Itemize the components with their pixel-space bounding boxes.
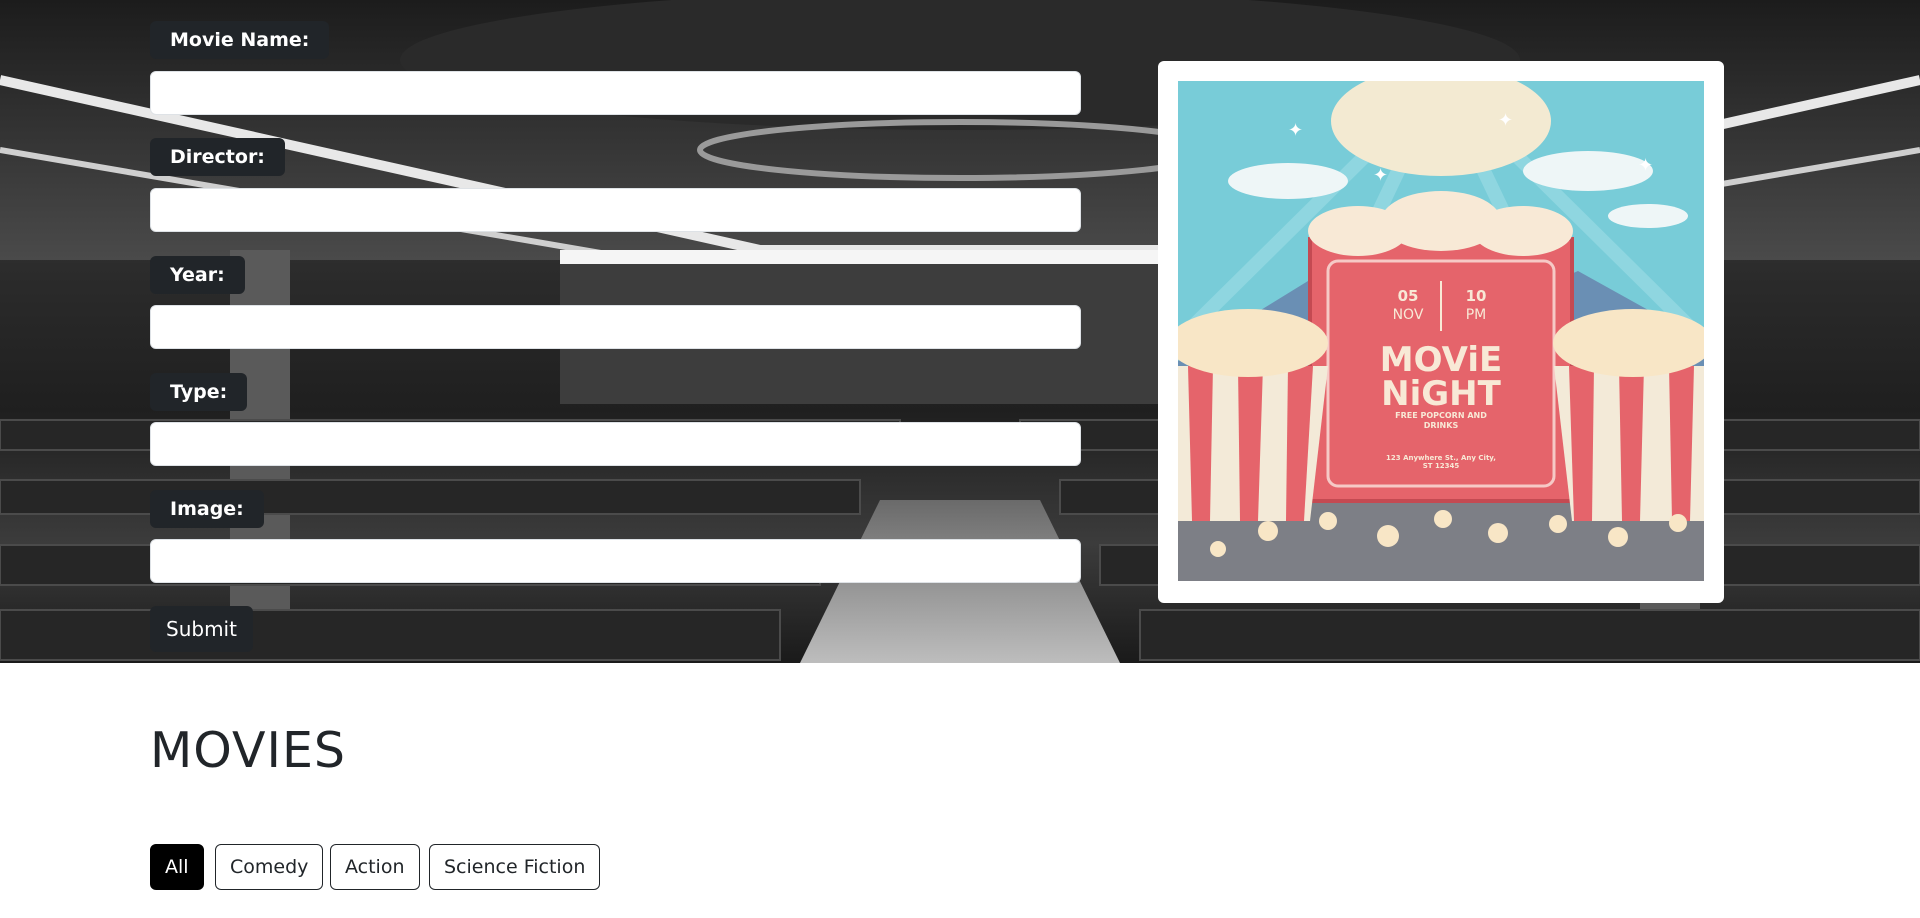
svg-text:✦: ✦ — [1638, 155, 1653, 176]
director-label: Director: — [150, 138, 285, 176]
submit-button[interactable]: Submit — [150, 606, 253, 652]
hero-section: Movie Name: Director: Year: Type: Image:… — [0, 0, 1920, 663]
year-input[interactable] — [150, 305, 1081, 349]
year-label: Year: — [150, 256, 245, 294]
poster-month: NOV — [1393, 307, 1424, 323]
poster-title-line2: NiGHT — [1381, 374, 1501, 414]
filter-science-fiction-button[interactable]: Science Fiction — [429, 844, 601, 890]
poster-tagline-line2: DRINKS — [1424, 421, 1459, 430]
movie-night-poster-image: ✦ ✦✦ ✦ 05 NOV 10 PM MOViE NiGHT FREE POPCO… — [1178, 81, 1704, 581]
filter-comedy-button[interactable]: Comedy — [215, 844, 324, 890]
poster-ampm: PM — [1466, 307, 1487, 323]
image-input[interactable] — [150, 539, 1081, 583]
movies-heading: MOVIES — [150, 722, 347, 779]
filter-action-button[interactable]: Action — [330, 844, 420, 890]
filter-all-button[interactable]: All — [150, 844, 204, 890]
movie-name-input[interactable] — [150, 71, 1081, 115]
svg-text:✦: ✦ — [1498, 110, 1513, 131]
director-input[interactable] — [150, 188, 1081, 232]
image-label: Image: — [150, 490, 264, 528]
movie-poster-card: ✦ ✦ ✦ ✦ 05 NOV 10 PM MOViE NiGHT FREE POPCO… — [1158, 61, 1724, 603]
movie-name-label: Movie Name: — [150, 21, 330, 59]
poster-hour: 10 — [1466, 287, 1487, 305]
svg-text:✦: ✦ — [1373, 165, 1388, 186]
poster-address-line2: ST 12345 — [1423, 462, 1460, 470]
poster-address-line1: 123 Anywhere St., Any City, — [1386, 454, 1496, 462]
type-input[interactable] — [150, 422, 1081, 466]
poster-day: 05 — [1398, 287, 1419, 305]
poster-tagline-line1: FREE POPCORN AND — [1395, 411, 1487, 420]
type-label: Type: — [150, 373, 248, 411]
svg-text:✦: ✦ — [1288, 120, 1303, 141]
